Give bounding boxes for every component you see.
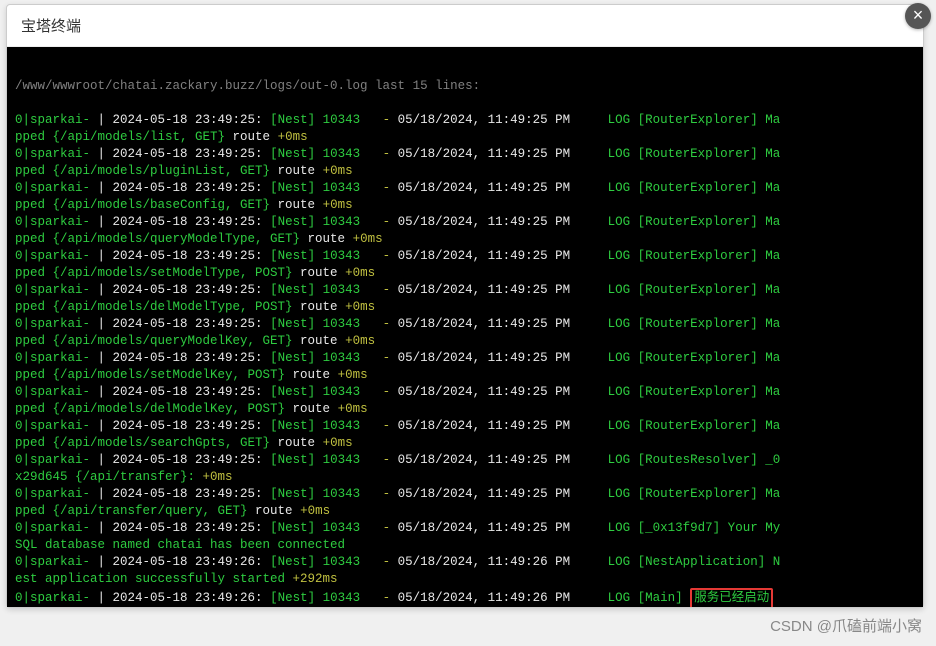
log-line: 0|sparkai- | 2024-05-18 23:49:25: [Nest]… <box>15 452 915 469</box>
log-line-wrap: SQL database named chatai has been conne… <box>15 537 915 554</box>
log-line-wrap: est application successfully started +29… <box>15 571 915 588</box>
log-line: 0|sparkai- | 2024-05-18 23:49:25: [Nest]… <box>15 486 915 503</box>
window-title: 宝塔终端 <box>21 18 81 35</box>
log-line: 0|sparkai- | 2024-05-18 23:49:25: [Nest]… <box>15 316 915 333</box>
log-line-wrap: pped {/api/models/pluginList, GET} route… <box>15 163 915 180</box>
terminal-window: 宝塔终端 × /www/wwwroot/chatai.zackary.buzz/… <box>6 4 924 608</box>
log-line-wrap: pped {/api/models/setModelType, POST} ro… <box>15 265 915 282</box>
log-line-wrap: pped {/api/models/setModelKey, POST} rou… <box>15 367 915 384</box>
log-line: 0|sparkai- | 2024-05-18 23:49:25: [Nest]… <box>15 384 915 401</box>
log-line-wrap: pped {/api/models/searchGpts, GET} route… <box>15 435 915 452</box>
log-line: 0|sparkai- | 2024-05-18 23:49:25: [Nest]… <box>15 146 915 163</box>
log-line-wrap: pped {/api/models/queryModelKey, GET} ro… <box>15 333 915 350</box>
terminal-output[interactable]: /www/wwwroot/chatai.zackary.buzz/logs/ou… <box>7 47 923 607</box>
log-line: 0|sparkai- | 2024-05-18 23:49:26: [Nest]… <box>15 588 915 607</box>
log-line-wrap: x29d645 {/api/transfer}: +0ms <box>15 469 915 486</box>
log-line: 0|sparkai- | 2024-05-18 23:49:25: [Nest]… <box>15 180 915 197</box>
log-line-wrap: pped {/api/models/delModelType, POST} ro… <box>15 299 915 316</box>
log-line: 0|sparkai- | 2024-05-18 23:49:25: [Nest]… <box>15 248 915 265</box>
log-line: 0|sparkai- | 2024-05-18 23:49:25: [Nest]… <box>15 282 915 299</box>
watermark: CSDN @爪磕前端小窝 <box>770 615 922 636</box>
service-started-highlight: 服务已经启动 <box>690 588 773 607</box>
log-line-wrap: pped {/api/models/delModelKey, POST} rou… <box>15 401 915 418</box>
log-line: 0|sparkai- | 2024-05-18 23:49:25: [Nest]… <box>15 520 915 537</box>
log-line-wrap: pped {/api/transfer/query, GET} route +0… <box>15 503 915 520</box>
log-line-wrap: pped {/api/models/baseConfig, GET} route… <box>15 197 915 214</box>
log-line: 0|sparkai- | 2024-05-18 23:49:25: [Nest]… <box>15 112 915 129</box>
window-titlebar[interactable]: 宝塔终端 <box>7 5 923 47</box>
log-header: /www/wwwroot/chatai.zackary.buzz/logs/ou… <box>15 78 915 95</box>
close-button[interactable]: × <box>905 3 931 29</box>
log-line-wrap: pped {/api/models/list, GET} route +0ms <box>15 129 915 146</box>
log-line: 0|sparkai- | 2024-05-18 23:49:26: [Nest]… <box>15 554 915 571</box>
log-line-wrap: pped {/api/models/queryModelType, GET} r… <box>15 231 915 248</box>
log-line: 0|sparkai- | 2024-05-18 23:49:25: [Nest]… <box>15 214 915 231</box>
log-line: 0|sparkai- | 2024-05-18 23:49:25: [Nest]… <box>15 418 915 435</box>
close-icon: × <box>913 5 924 25</box>
log-line: 0|sparkai- | 2024-05-18 23:49:25: [Nest]… <box>15 350 915 367</box>
